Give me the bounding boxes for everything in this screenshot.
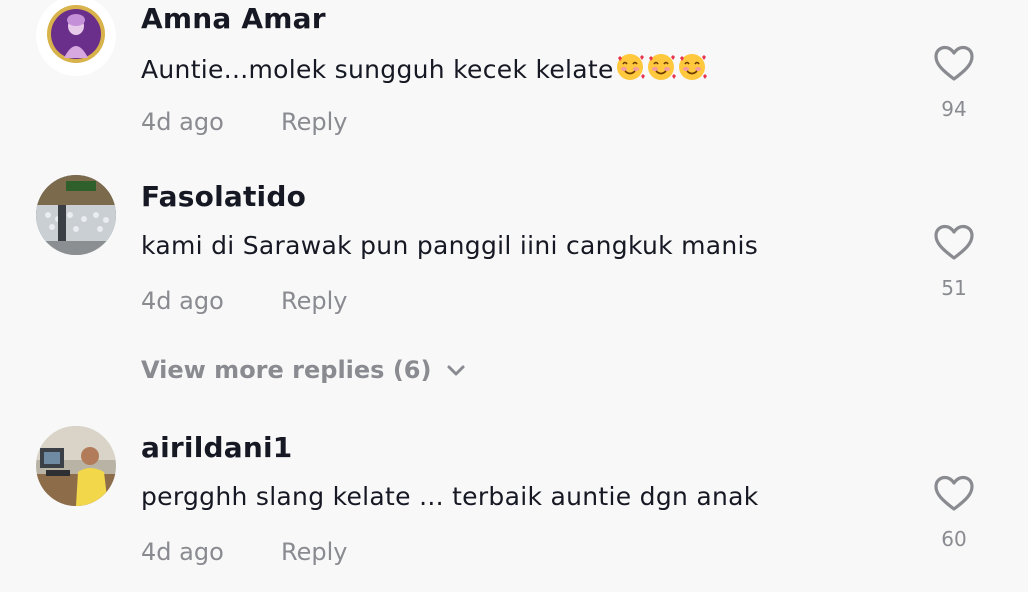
like-button[interactable] xyxy=(932,44,976,84)
avatar[interactable] xyxy=(36,426,116,506)
comment-username[interactable]: Amna Amar xyxy=(141,2,326,35)
reply-button[interactable]: Reply xyxy=(281,538,347,566)
comment-text: kami di Sarawak pun panggil iini cangkuk… xyxy=(141,231,759,260)
comment-timestamp: 4d ago xyxy=(141,287,224,315)
avatar[interactable] xyxy=(36,0,116,76)
comment-text: Auntie...molek sungguh kecek kelate xyxy=(141,52,707,84)
like-button[interactable] xyxy=(932,474,976,514)
smiling-face-with-hearts-icon xyxy=(614,54,645,84)
comment-timestamp: 4d ago xyxy=(141,108,224,136)
view-more-replies-label: View more replies (6) xyxy=(141,356,432,384)
like-button[interactable] xyxy=(932,223,976,263)
chevron-down-icon xyxy=(445,359,467,381)
smiling-face-with-hearts-icon xyxy=(676,54,707,84)
comment-list: Amna Amar Auntie...molek sungguh kecek k… xyxy=(0,0,1028,592)
like-count: 94 xyxy=(941,97,967,121)
comment-timestamp: 4d ago xyxy=(141,538,224,566)
like-count: 60 xyxy=(941,527,967,551)
heart-icon xyxy=(934,45,974,81)
comment-text-content: Auntie...molek sungguh kecek kelate xyxy=(141,55,614,84)
view-more-replies-button[interactable]: View more replies (6) xyxy=(141,356,467,384)
avatar[interactable] xyxy=(36,175,116,255)
comment-text: pergghh slang kelate ... terbaik auntie … xyxy=(141,482,759,511)
heart-icon xyxy=(934,475,974,511)
smiling-face-with-hearts-icon xyxy=(645,54,676,84)
reply-button[interactable]: Reply xyxy=(281,108,347,136)
comment-username[interactable]: Fasolatido xyxy=(141,180,306,213)
comment-username[interactable]: airildani1 xyxy=(141,431,292,464)
heart-icon xyxy=(934,224,974,260)
like-count: 51 xyxy=(941,276,967,300)
reply-button[interactable]: Reply xyxy=(281,287,347,315)
